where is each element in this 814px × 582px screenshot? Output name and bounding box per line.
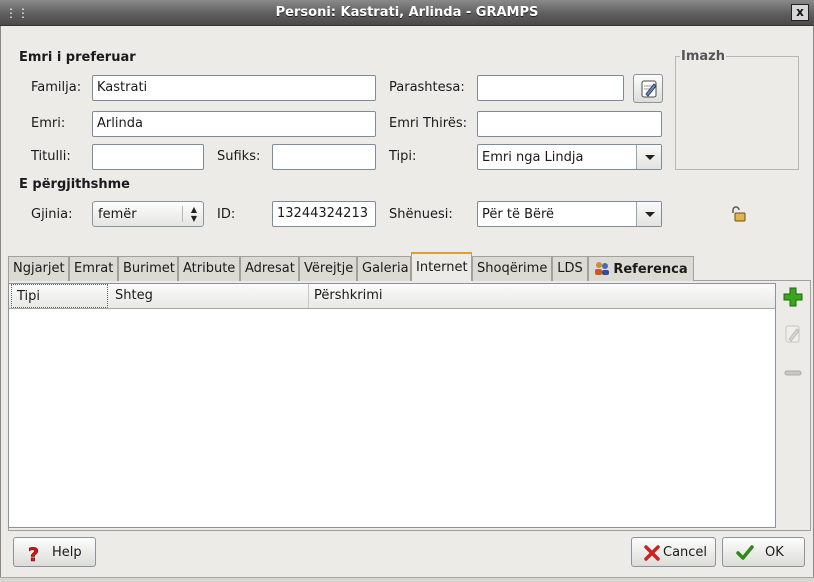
tab-events[interactable]: Ngjarjet [8,256,69,281]
name-type-combo[interactable]: Emri nga Lindja [477,144,662,170]
preferred-name-heading: Emri i preferuar [19,50,136,65]
ok-arrow-icon [736,545,754,560]
add-button[interactable] [781,285,805,309]
image-frame[interactable]: Imazh [675,49,799,170]
marker-combo[interactable]: Për të Bërë [477,201,662,227]
help-icon: ? [28,544,40,563]
gender-value: femër [98,207,137,222]
gender-label: Gjinia: [31,207,73,222]
minus-icon [784,370,802,376]
prefix-label: Parashtesa: [389,80,465,95]
tab-sources[interactable]: Burimet [118,256,178,281]
marker-value: Për të Bërë [482,207,555,222]
suffix-field[interactable] [272,144,376,170]
callname-field[interactable] [477,111,662,137]
edit-pencil-icon [641,80,657,98]
taskbar-strip [0,577,814,582]
tab-attributes[interactable]: Atribute [178,256,240,281]
window-titlebar: ⋮⋮ Personi: Kastrati, Arlinda - GRAMPS x [0,0,814,26]
tab-addresses[interactable]: Adresat [240,256,299,281]
given-name-field[interactable]: Arlinda [92,111,376,137]
title-label: Titulli: [31,149,71,164]
list-header: Tipi Shteg Përshkrimi [9,284,775,309]
id-label: ID: [217,207,236,222]
remove-button[interactable] [781,361,805,385]
updown-arrows-icon: ▲ ▼ [190,205,197,223]
title-field[interactable] [92,144,204,170]
image-frame-label: Imazh [680,49,726,64]
plus-icon [783,287,803,307]
people-icon [595,262,610,275]
edit-pencil-icon [785,325,800,343]
window-title: Personi: Kastrati, Arlinda - GRAMPS [275,5,539,20]
general-heading: E përgjithshme [19,177,130,192]
tab-gallery[interactable]: Galeria [357,256,411,281]
column-header-description[interactable]: Përshkrimi [309,284,773,308]
help-button[interactable]: ? Help [13,537,96,567]
internet-list[interactable]: Tipi Shteg Përshkrimi [8,283,776,528]
name-type-value: Emri nga Lindja [482,150,584,165]
tab-associations[interactable]: Shoqërime [472,256,552,281]
cancel-x-icon [644,545,660,561]
chevron-down-icon[interactable] [636,145,661,169]
callname-label: Emri Thirës: [389,116,467,131]
name-type-label: Tipi: [389,149,417,164]
tab-notes[interactable]: Vërejtje [299,256,357,281]
marker-label: Shënuesi: [389,207,453,222]
privacy-lock-icon[interactable] [729,205,747,223]
cancel-button[interactable]: Cancel [631,537,716,567]
edit-name-button[interactable] [633,74,663,103]
edit-button[interactable] [781,322,805,346]
close-window-button[interactable]: x [791,4,809,21]
family-label: Familja: [31,80,82,95]
gender-combo[interactable]: femër ▲ ▼ [92,201,204,227]
chevron-down-icon[interactable] [636,202,661,226]
tab-references[interactable]: Referenca [588,256,694,281]
column-header-path[interactable]: Shteg [110,284,309,308]
given-name-label: Emri: [31,116,66,131]
tab-names[interactable]: Emrat [69,256,118,281]
ok-button[interactable]: OK [722,537,805,567]
id-field[interactable]: 13244324213 [272,201,376,227]
tab-internet[interactable]: Internet [411,252,472,281]
column-header-type[interactable]: Tipi [11,284,108,308]
svg-text:?: ? [28,544,39,563]
tab-lds[interactable]: LDS [552,256,588,281]
family-field[interactable]: Kastrati [92,75,376,101]
prefix-field[interactable] [477,75,624,101]
suffix-label: Sufiks: [217,149,261,164]
